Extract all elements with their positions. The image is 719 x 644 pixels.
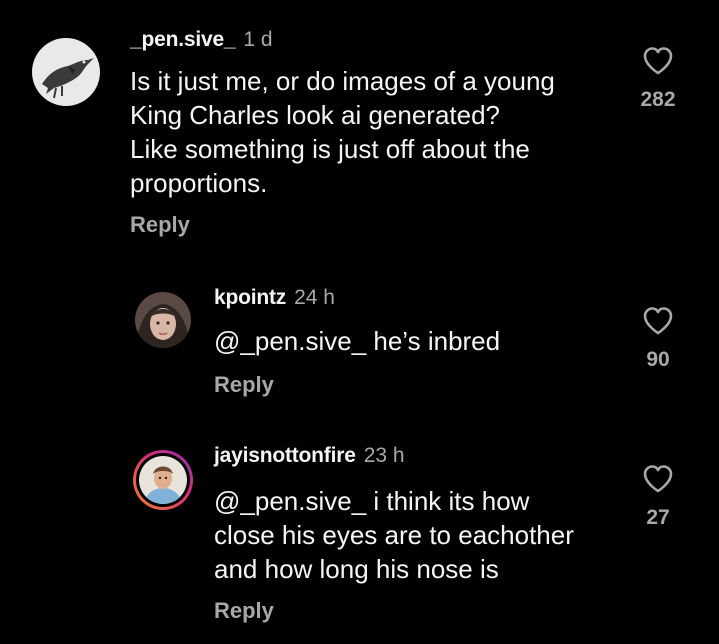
reply-comment-item: kpointz 24 h @_pen.sive_ he’s inbred Repl… xyxy=(0,270,719,420)
comment-item: _pen.sive_ 1 d Is it just me, or do image… xyxy=(0,0,719,260)
comment-meta: kpointz 24 h xyxy=(214,286,335,310)
reply-button[interactable]: Reply xyxy=(214,598,274,624)
reply-button[interactable]: Reply xyxy=(214,372,274,398)
avatar[interactable] xyxy=(135,292,191,348)
comment-meta: jayisnottonfire 23 h xyxy=(214,444,405,468)
comment-text: @_pen.sive_ i think its how close his ey… xyxy=(214,486,574,584)
heart-outline-icon xyxy=(643,307,673,335)
like-count: 90 xyxy=(646,348,670,371)
like-count: 282 xyxy=(640,88,676,111)
username[interactable]: kpointz xyxy=(214,286,286,309)
user-photo-avatar xyxy=(135,292,191,348)
like-button[interactable]: 282 xyxy=(628,46,688,112)
timestamp: 23 h xyxy=(363,444,405,467)
timestamp: 24 h xyxy=(294,286,335,309)
username[interactable]: _pen.sive_ xyxy=(130,28,236,51)
comment-meta: _pen.sive_ 1 d xyxy=(130,28,273,52)
crow-avatar-image xyxy=(32,38,100,106)
comment-text: Is it just me, or do images of a young K… xyxy=(130,66,555,198)
heart-outline-icon xyxy=(643,47,673,75)
user-photo-avatar xyxy=(139,456,187,504)
like-count: 27 xyxy=(646,506,670,529)
username[interactable]: jayisnottonfire xyxy=(214,444,356,467)
reply-comment-item: jayisnottonfire 23 h @_pen.sive_ i think … xyxy=(0,430,719,644)
avatar-story-ring[interactable] xyxy=(133,450,193,510)
avatar[interactable] xyxy=(32,38,100,106)
like-button[interactable]: 27 xyxy=(628,464,688,530)
comment-text: @_pen.sive_ he’s inbred xyxy=(214,326,501,356)
reply-button[interactable]: Reply xyxy=(130,212,190,238)
heart-outline-icon xyxy=(643,465,673,493)
timestamp: 1 d xyxy=(243,28,273,51)
like-button[interactable]: 90 xyxy=(628,306,688,372)
